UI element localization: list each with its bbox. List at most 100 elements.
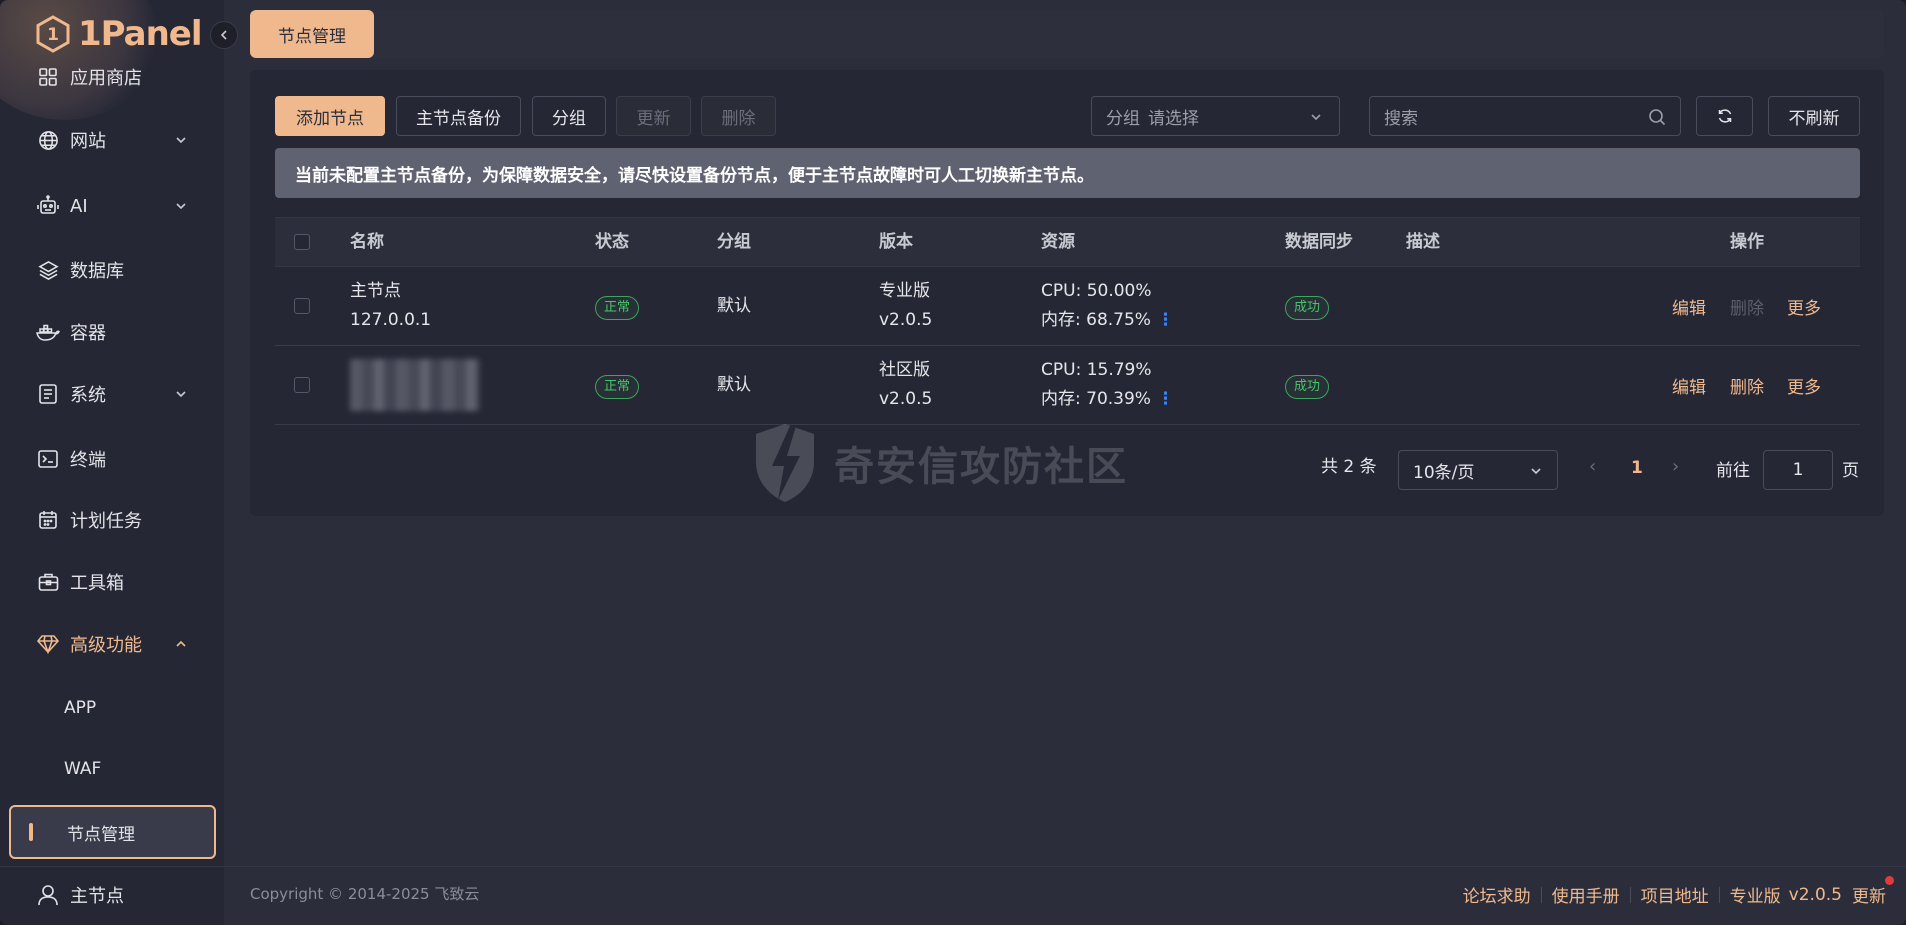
goto-label: 前往 (1716, 461, 1750, 481)
logo-text: 1Panel (78, 14, 203, 54)
table-row: 正常 默认 社区版 v2.0.5 CPU: 15.79% 内存: 70.39% ⋮… (275, 346, 1860, 425)
manual-link[interactable]: 使用手册 (1552, 882, 1620, 907)
redacted-node-name (350, 359, 480, 411)
next-page-button[interactable]: › (1672, 456, 1679, 477)
search-icon (1649, 109, 1666, 126)
prev-page-button[interactable]: ‹ (1589, 456, 1596, 477)
project-link[interactable]: 项目地址 (1641, 882, 1709, 907)
sidebar-item-app-store[interactable]: 应用商店 (0, 54, 224, 100)
version-text: v2.0.5 (879, 310, 933, 330)
chevron-left-icon (220, 30, 227, 40)
sidebar-item-label: 应用商店 (70, 68, 142, 89)
sidebar-item-advanced[interactable]: 高级功能 (0, 621, 224, 667)
edition-text: 专业版 (879, 281, 930, 301)
sidebar-item-cron[interactable]: 计划任务 (0, 497, 224, 543)
search-placeholder: 搜索 (1384, 108, 1418, 129)
group-button[interactable]: 分组 (532, 96, 606, 136)
status-cell: 正常 (595, 267, 640, 345)
divider (1629, 886, 1631, 903)
more-link[interactable]: 更多 (1787, 267, 1821, 345)
collapse-sidebar-button[interactable] (210, 21, 238, 49)
sidebar-item-label: 高级功能 (70, 635, 142, 656)
svg-text:1: 1 (47, 25, 59, 45)
edition-link[interactable]: 专业版 (1730, 882, 1781, 907)
node-name-cell: 主节点 127.0.0.1 (350, 267, 431, 345)
watermark: 奇安信攻防社区 (750, 420, 1128, 506)
header-sync: 数据同步 (1285, 231, 1353, 252)
sync-badge: 成功 (1285, 295, 1330, 320)
globe-icon (36, 128, 60, 152)
active-indicator (29, 823, 33, 841)
group-select-placeholder: 请选择 (1148, 108, 1199, 129)
logo[interactable]: 1 1Panel (36, 12, 203, 56)
refresh-button[interactable] (1696, 96, 1753, 136)
update-link[interactable]: 更新 (1852, 876, 1894, 907)
row-checkbox[interactable] (294, 377, 310, 393)
cpu-usage: CPU: 50.00% (1041, 281, 1152, 301)
docker-icon (36, 320, 60, 344)
delete-button[interactable]: 删除 (701, 96, 776, 136)
tab-node-management[interactable]: 节点管理 (250, 10, 374, 58)
group-select[interactable]: 分组 请选择 (1091, 96, 1340, 136)
sidebar-subitem-waf[interactable]: WAF (0, 746, 224, 792)
sidebar-item-master-node[interactable]: 主节点 (0, 872, 224, 918)
notification-dot (1885, 876, 1894, 885)
search-input[interactable]: 搜索 (1369, 96, 1681, 136)
cpu-usage: CPU: 15.79% (1041, 360, 1152, 380)
tab-bar (250, 10, 1884, 58)
sidebar-subitem-node-management[interactable]: 节点管理 (9, 805, 216, 859)
footer: Copyright © 2014-2025 飞致云 论坛求助 使用手册 项目地址… (224, 866, 1906, 925)
sidebar-item-terminal[interactable]: 终端 (0, 436, 224, 482)
chevron-down-icon (176, 203, 186, 210)
diamond-icon (36, 632, 60, 656)
table-header: 名称 状态 分组 版本 资源 数据同步 描述 操作 (275, 217, 1860, 267)
sidebar-subitem-label: APP (64, 698, 97, 718)
delete-link[interactable]: 删除 (1730, 267, 1764, 345)
select-all-checkbox[interactable] (294, 234, 310, 250)
more-link[interactable]: 更多 (1787, 346, 1821, 424)
more-dots-icon[interactable]: ⋮ (1157, 310, 1174, 330)
sidebar-item-label: 系统 (70, 385, 106, 406)
user-icon (36, 883, 60, 907)
sidebar-item-container[interactable]: 容器 (0, 309, 224, 355)
update-label: 更新 (1852, 887, 1886, 907)
delete-link[interactable]: 删除 (1730, 346, 1764, 424)
page-number-current[interactable]: 1 (1631, 458, 1643, 478)
resources-cell: CPU: 15.79% 内存: 70.39% ⋮ (1041, 346, 1174, 424)
chevron-down-icon (1531, 468, 1541, 475)
row-checkbox[interactable] (294, 298, 310, 314)
sidebar-item-website[interactable]: 网站 (0, 117, 224, 163)
chevron-down-icon (176, 137, 186, 144)
sidebar-item-label: 数据库 (70, 261, 124, 282)
sidebar-item-toolbox[interactable]: 工具箱 (0, 559, 224, 605)
update-button[interactable]: 更新 (616, 96, 691, 136)
sidebar-item-label: 网站 (70, 131, 106, 152)
more-dots-icon[interactable]: ⋮ (1157, 389, 1174, 409)
sidebar: 1 1Panel 应用商店 网站 AI 数据库 容器 系统 终端 计划任务 工具… (0, 0, 224, 925)
terminal-icon (36, 447, 60, 471)
goto-page-input[interactable]: 1 (1763, 450, 1833, 490)
sidebar-subitem-app[interactable]: APP (0, 685, 224, 731)
header-resources: 资源 (1041, 231, 1075, 252)
add-node-button[interactable]: 添加节点 (275, 96, 385, 136)
sync-cell: 成功 (1285, 346, 1330, 424)
edit-link[interactable]: 编辑 (1672, 267, 1706, 345)
resources-cell: CPU: 50.00% 内存: 68.75% ⋮ (1041, 267, 1174, 345)
sidebar-item-system[interactable]: 系统 (0, 371, 224, 417)
header-name: 名称 (350, 231, 384, 252)
page-suffix: 页 (1842, 461, 1859, 481)
watermark-text: 奇安信攻防社区 (834, 444, 1128, 490)
page-size-select[interactable]: 10条/页 (1398, 450, 1558, 490)
layers-icon (36, 258, 60, 282)
status-badge: 正常 (595, 374, 640, 399)
node-name-cell (350, 346, 480, 424)
edit-link[interactable]: 编辑 (1672, 346, 1706, 424)
master-backup-button[interactable]: 主节点备份 (396, 96, 521, 136)
auto-refresh-dropdown[interactable]: 不刷新 (1768, 96, 1860, 136)
lightning-shield-icon (756, 424, 814, 502)
sync-badge: 成功 (1285, 374, 1330, 399)
sidebar-item-database[interactable]: 数据库 (0, 247, 224, 293)
forum-link[interactable]: 论坛求助 (1463, 882, 1531, 907)
pagination-total: 共 2 条 (1321, 457, 1377, 477)
sidebar-item-ai[interactable]: AI (0, 183, 224, 229)
